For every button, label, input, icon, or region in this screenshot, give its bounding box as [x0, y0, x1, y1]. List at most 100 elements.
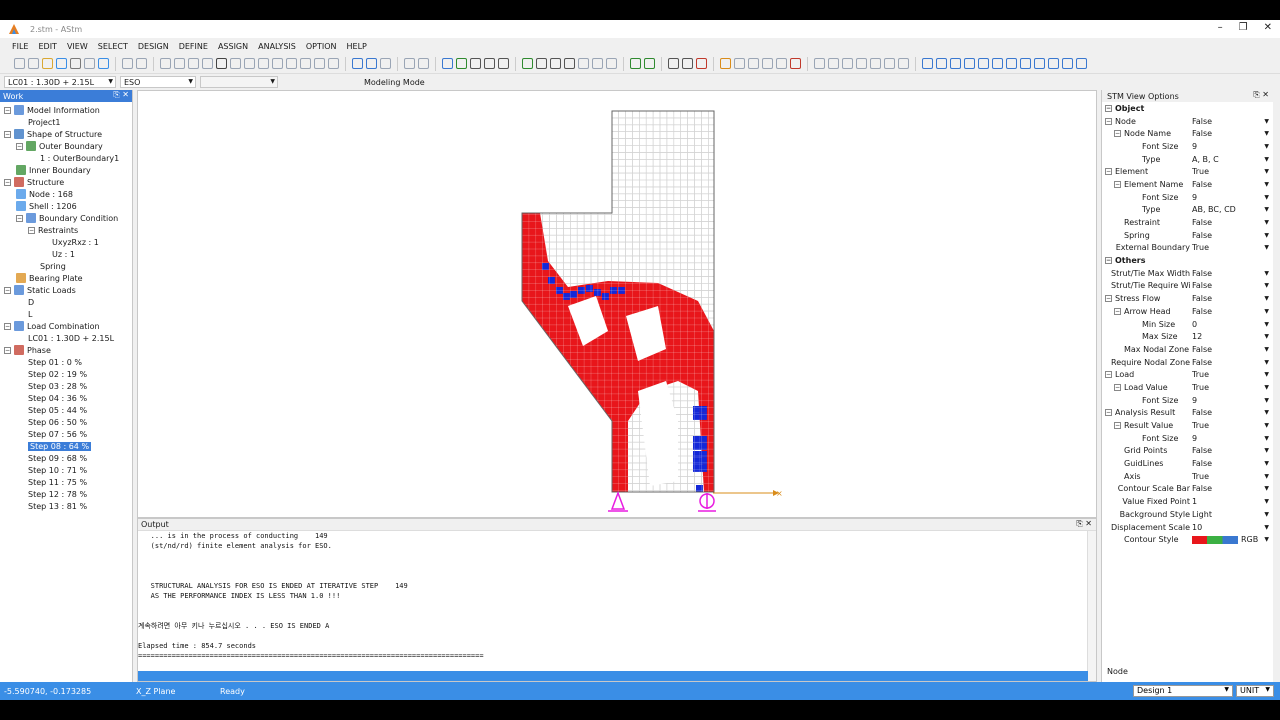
toolbar-tool-icon[interactable] [42, 58, 53, 69]
tree-item[interactable]: − Boundary Condition [0, 212, 132, 224]
toolbar-tool-icon[interactable] [762, 58, 773, 69]
toolbar-tool-icon[interactable] [578, 58, 589, 69]
property-row[interactable]: Font Size 9 ▼ [1102, 432, 1273, 445]
collapse-icon[interactable]: − [1114, 180, 1121, 188]
property-row[interactable]: Strut/Tie Max Width False ▼ [1102, 267, 1273, 280]
maximize-icon[interactable]: ❐ [1239, 22, 1248, 33]
tree-item[interactable]: Step 12 : 78 % [0, 488, 132, 500]
empty-select[interactable]: ▼ [200, 76, 278, 88]
tree-item[interactable]: D [0, 296, 132, 308]
toolbar-tool-icon[interactable] [856, 58, 867, 69]
collapse-icon[interactable]: − [1114, 130, 1121, 138]
toolbar-tool-icon[interactable] [456, 58, 467, 69]
tree-item[interactable]: Project1 [0, 116, 132, 128]
toolbar-tool-icon[interactable] [814, 58, 825, 69]
chevron-down-icon[interactable]: ▼ [1264, 308, 1269, 315]
toolbar-tool-icon[interactable] [352, 58, 363, 69]
tree-item[interactable]: Step 10 : 71 % [0, 464, 132, 476]
collapse-icon[interactable]: − [16, 214, 23, 222]
toolbar-tool-icon[interactable] [1020, 58, 1031, 69]
toolbar-tool-icon[interactable] [668, 58, 679, 69]
tree-item[interactable]: − Shape of Structure [0, 128, 132, 140]
property-row[interactable]: GuidLines False ▼ [1102, 457, 1273, 470]
property-row[interactable]: Type AB, BC, CD ▼ [1102, 204, 1273, 217]
chevron-down-icon[interactable]: ▼ [1264, 384, 1269, 391]
toolbar-tool-icon[interactable] [790, 58, 801, 69]
property-row[interactable]: Displacement Scale 10 ▼ [1102, 521, 1273, 534]
chevron-down-icon[interactable]: ▼ [1264, 282, 1269, 289]
toolbar-tool-icon[interactable] [404, 58, 415, 69]
toolbar-tool-icon[interactable] [1076, 58, 1087, 69]
tree-item[interactable]: 1 : OuterBoundary1 [0, 152, 132, 164]
toolbar-tool-icon[interactable] [630, 58, 641, 69]
tree-item[interactable]: Shell : 1206 [0, 200, 132, 212]
toolbar-tool-icon[interactable] [98, 58, 109, 69]
toolbar-tool-icon[interactable] [216, 58, 227, 69]
tree-item[interactable]: Bearing Plate [0, 272, 132, 284]
pin-close-icon[interactable]: ⎘ ✕ [1253, 90, 1269, 100]
toolbar-tool-icon[interactable] [842, 58, 853, 69]
toolbar-tool-icon[interactable] [776, 58, 787, 69]
tree-item[interactable]: Step 07 : 56 % [0, 428, 132, 440]
toolbar-tool-icon[interactable] [160, 58, 171, 69]
tree-item[interactable]: − Phase [0, 344, 132, 356]
collapse-icon[interactable]: − [4, 106, 11, 114]
property-row[interactable]: − Object [1102, 102, 1273, 115]
close-icon[interactable]: ✕ [1264, 22, 1272, 33]
chevron-down-icon[interactable]: ▼ [1264, 194, 1269, 201]
collapse-icon[interactable]: − [4, 322, 11, 330]
toolbar-tool-icon[interactable] [734, 58, 745, 69]
chevron-down-icon[interactable]: ▼ [1264, 130, 1269, 137]
toolbar-tool-icon[interactable] [328, 58, 339, 69]
toolbar-tool-icon[interactable] [1034, 58, 1045, 69]
toolbar-tool-icon[interactable] [1048, 58, 1059, 69]
collapse-icon[interactable]: − [4, 178, 11, 186]
tree-item[interactable]: − Load Combination [0, 320, 132, 332]
property-row[interactable]: − Analysis Result False ▼ [1102, 407, 1273, 420]
chevron-down-icon[interactable]: ▼ [1264, 409, 1269, 416]
pin-close-icon[interactable]: ⎘ ✕ [1076, 519, 1092, 529]
toolbar-tool-icon[interactable] [606, 58, 617, 69]
chevron-down-icon[interactable]: ▼ [1264, 346, 1269, 353]
property-row[interactable]: − Arrow Head False ▼ [1102, 305, 1273, 318]
property-row[interactable]: Min Size 0 ▼ [1102, 318, 1273, 331]
tree-item[interactable]: Step 13 : 81 % [0, 500, 132, 512]
tree-item[interactable]: Inner Boundary [0, 164, 132, 176]
toolbar-tool-icon[interactable] [188, 58, 199, 69]
menu-select[interactable]: SELECT [98, 42, 128, 51]
chevron-down-icon[interactable]: ▼ [1264, 143, 1269, 150]
menu-edit[interactable]: EDIT [38, 42, 56, 51]
eso-model-canvas[interactable]: × [138, 91, 1096, 517]
toolbar-tool-icon[interactable] [272, 58, 283, 69]
menu-option[interactable]: OPTION [306, 42, 337, 51]
toolbar-tool-icon[interactable] [870, 58, 881, 69]
chevron-down-icon[interactable]: ▼ [1264, 333, 1269, 340]
chevron-down-icon[interactable]: ▼ [1264, 321, 1269, 328]
unit-select[interactable]: UNIT ▼ [1236, 685, 1274, 697]
toolbar-tool-icon[interactable] [300, 58, 311, 69]
tree-item[interactable]: Node : 168 [0, 188, 132, 200]
tree-item[interactable]: LC01 : 1.30D + 2.15L [0, 332, 132, 344]
chevron-down-icon[interactable]: ▼ [1264, 359, 1269, 366]
collapse-icon[interactable]: − [28, 226, 35, 234]
toolbar-tool-icon[interactable] [950, 58, 961, 69]
property-row[interactable]: External Boundary True ▼ [1102, 242, 1273, 255]
chevron-down-icon[interactable]: ▼ [1264, 219, 1269, 226]
collapse-icon[interactable]: − [1105, 295, 1112, 303]
chevron-down-icon[interactable]: ▼ [1264, 232, 1269, 239]
tree-item[interactable]: − Structure [0, 176, 132, 188]
property-row[interactable]: − Node False ▼ [1102, 115, 1273, 128]
property-row[interactable]: − Stress Flow False ▼ [1102, 292, 1273, 305]
toolbar-tool-icon[interactable] [28, 58, 39, 69]
model-viewport[interactable]: × [137, 90, 1097, 518]
collapse-icon[interactable]: − [4, 130, 11, 138]
menu-view[interactable]: VIEW [67, 42, 88, 51]
menu-assign[interactable]: ASSIGN [218, 42, 248, 51]
toolbar-tool-icon[interactable] [484, 58, 495, 69]
load-combination-select[interactable]: LC01 : 1.30D + 2.15L ▼ [4, 76, 116, 88]
chevron-down-icon[interactable]: ▼ [1264, 511, 1269, 518]
chevron-down-icon[interactable]: ▼ [1264, 498, 1269, 505]
property-row[interactable]: Value Fixed Point 1 ▼ [1102, 495, 1273, 508]
property-row[interactable]: − Result Value True ▼ [1102, 419, 1273, 432]
property-row[interactable]: Background Style Light ▼ [1102, 508, 1273, 521]
